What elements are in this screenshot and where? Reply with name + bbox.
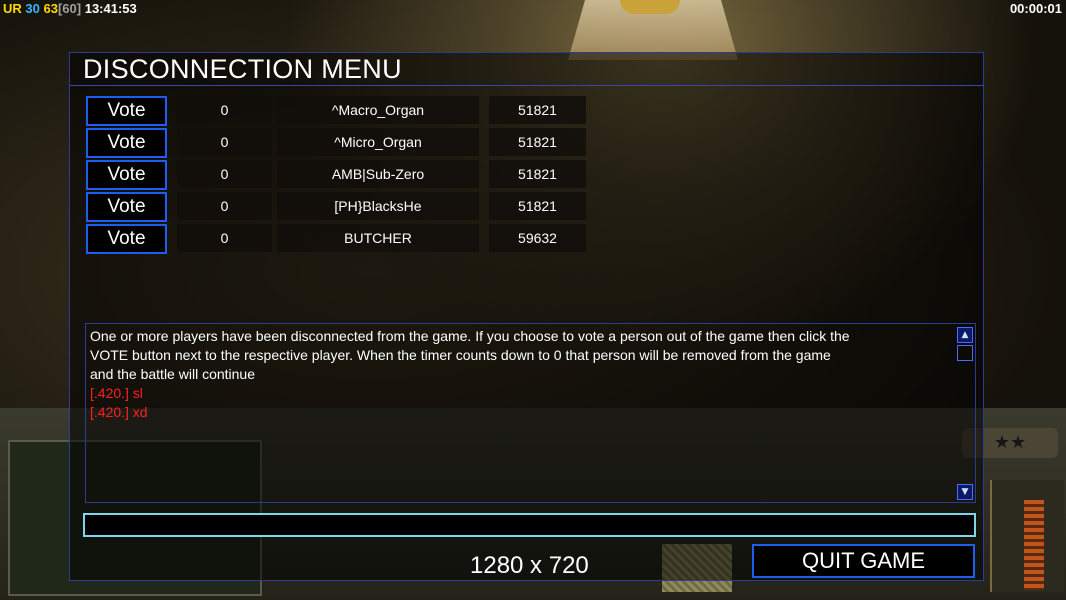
status-overlay: UR 30 63[60] 13:41:53 (3, 1, 137, 16)
player-name: ^Macro_Organ (277, 96, 479, 124)
vote-button[interactable]: Vote (86, 160, 167, 190)
player-name: ^Micro_Organ (277, 128, 479, 156)
player-value: 51821 (489, 128, 586, 156)
fps-value: 30 (25, 1, 40, 16)
system-message: One or more players have been disconnect… (90, 328, 850, 382)
scroll-down-icon[interactable]: ▼ (957, 484, 973, 500)
vote-button[interactable]: Vote (86, 128, 167, 158)
player-name: [PH}BlacksHe (277, 192, 479, 220)
fps-limit: [60] (57, 1, 82, 16)
vote-button[interactable]: Vote (86, 224, 167, 254)
hud-power-bar (1024, 500, 1044, 590)
player-value: 59632 (489, 224, 586, 252)
fps-value-2: 63 (43, 1, 58, 16)
scrollbar-thumb[interactable] (957, 345, 973, 361)
chat-log[interactable]: One or more players have been disconnect… (85, 323, 976, 503)
disconnection-dialog: DISCONNECTION MENU Vote 0 ^Macro_Organ 5… (69, 52, 984, 581)
chat-message: [.420.] xd (90, 404, 148, 420)
background-dome (620, 0, 680, 14)
vote-count: 0 (177, 224, 272, 252)
player-value: 51821 (489, 192, 586, 220)
clock: 13:41:53 (84, 1, 137, 16)
dialog-title: DISCONNECTION MENU (83, 54, 402, 84)
chat-message: [.420.] sl (90, 385, 143, 401)
vote-count: 0 (177, 160, 272, 188)
player-value: 51821 (489, 96, 586, 124)
quit-game-button[interactable]: QUIT GAME (752, 544, 975, 578)
ur-label: UR (3, 1, 22, 16)
vote-button[interactable]: Vote (86, 192, 167, 222)
vote-count: 0 (177, 192, 272, 220)
player-value: 51821 (489, 160, 586, 188)
chat-input[interactable] (83, 513, 976, 537)
vote-count: 0 (177, 96, 272, 124)
player-name: BUTCHER (277, 224, 479, 252)
vote-count: 0 (177, 128, 272, 156)
vote-button[interactable]: Vote (86, 96, 167, 126)
title-divider (70, 85, 983, 86)
chat-content: One or more players have been disconnect… (90, 327, 952, 422)
player-name: AMB|Sub-Zero (277, 160, 479, 188)
game-timer: 00:00:01 (1009, 1, 1062, 16)
resolution-label: 1280 x 720 (470, 552, 589, 579)
scroll-up-icon[interactable]: ▲ (957, 327, 973, 343)
